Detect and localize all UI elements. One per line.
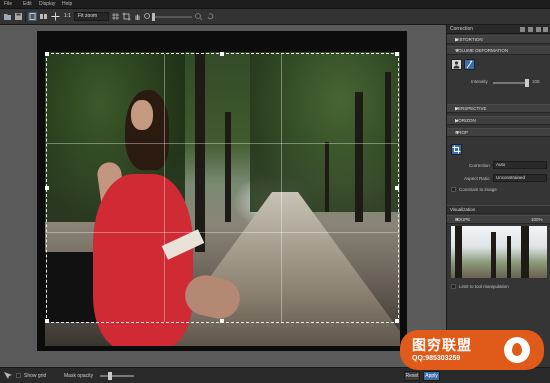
section-distortion[interactable]: ▶ DISTORTION: [447, 35, 550, 44]
loupe-trunk: [521, 226, 529, 278]
section-loupe[interactable]: ▼ LOUPE 100%: [447, 215, 550, 224]
crop-tool-icon[interactable]: [122, 12, 131, 21]
compare-view-icon[interactable]: [39, 12, 48, 21]
reset-zoom-icon[interactable]: [206, 12, 215, 21]
crop-grid-line: [164, 54, 165, 322]
show-grid-checkbox[interactable]: [16, 373, 21, 378]
zoom-1to1-button[interactable]: 1:1: [64, 13, 71, 19]
open-folder-icon[interactable]: [3, 12, 12, 21]
toolbar: 1:1 Fit zoom: [0, 9, 550, 25]
single-view-icon[interactable]: [28, 12, 37, 21]
section-crop[interactable]: ▼ CROP: [447, 128, 550, 137]
loupe-trunk: [491, 232, 496, 278]
mask-opacity-knob[interactable]: [108, 372, 112, 380]
loupe-trunk: [507, 236, 511, 278]
volume-mode-icon[interactable]: [464, 59, 475, 70]
watermark-badge: 图穷联盟 QQ:985303259: [400, 330, 544, 370]
crop-handle-top-left[interactable]: [45, 52, 49, 56]
hand-tool-icon[interactable]: [133, 12, 142, 21]
menu-help[interactable]: Help: [62, 1, 72, 7]
loupe-preview: [451, 226, 547, 278]
crop-grid-line: [47, 232, 398, 233]
aspect-ratio-select[interactable]: Unconstrained: [493, 174, 547, 182]
limit-tool-checkbox[interactable]: [451, 284, 456, 289]
panel-title: Correction: [450, 26, 474, 32]
correction-label: Correction: [469, 163, 490, 168]
menu-bar: File Edit Display Help: [0, 0, 550, 9]
aspect-ratio-label: Aspect Ratio: [464, 176, 490, 181]
apply-button[interactable]: Apply: [423, 371, 440, 381]
section-distortion-label: DISTORTION: [455, 37, 483, 42]
section-horizon[interactable]: ▶ HORIZON: [447, 116, 550, 125]
zoom-slider-knob[interactable]: [152, 13, 155, 21]
crop-handle-bottom-left[interactable]: [45, 319, 49, 323]
zoom-select-value: Fit zoom: [78, 13, 98, 19]
panel-header: Correction: [447, 25, 550, 34]
constrain-label: Constrain to image: [459, 187, 497, 192]
crop-rectangle[interactable]: [45, 52, 399, 323]
watermark-title: 图穷联盟: [412, 337, 472, 353]
intensity-slider[interactable]: [493, 79, 529, 87]
correction-select[interactable]: Auto: [493, 161, 547, 169]
menu-file[interactable]: File: [4, 1, 12, 7]
crop-grid-line: [281, 54, 282, 322]
correction-panel: Correction ▶ DISTORTION ▼ VOLUME DEFORMA…: [446, 25, 550, 367]
intensity-label: Intensity: [471, 79, 488, 84]
section-perspective[interactable]: ▶ PERSPECTIVE: [447, 104, 550, 113]
photo-frame: [37, 31, 407, 351]
crop-grid-line: [47, 143, 398, 144]
watermark-qq: QQ:985303259: [412, 355, 461, 362]
limit-tool-label: Limit to tool manipulation: [459, 284, 509, 289]
section-visualization-label: Visualization: [450, 207, 476, 212]
correction-select-value: Auto: [496, 162, 506, 167]
save-icon[interactable]: [14, 12, 23, 21]
toolbar-separator: [25, 12, 26, 22]
crop-handle-bottom-right[interactable]: [395, 319, 399, 323]
grid-icon[interactable]: [111, 12, 120, 21]
intensity-value[interactable]: 100: [532, 79, 540, 84]
intensity-slider-knob[interactable]: [525, 79, 529, 87]
section-loupe-label: LOUPE: [455, 217, 471, 222]
zoom-out-icon[interactable]: [143, 12, 152, 21]
section-perspective-label: PERSPECTIVE: [455, 106, 487, 111]
mask-opacity-label: Mask opacity: [64, 373, 94, 379]
loupe-trunk: [455, 226, 462, 278]
loupe-zoom-value[interactable]: 100%: [531, 217, 543, 222]
zoom-in-icon[interactable]: [194, 12, 203, 21]
crop-handle-top[interactable]: [220, 52, 224, 56]
image-canvas[interactable]: [0, 25, 446, 367]
crop-handle-bottom[interactable]: [220, 319, 224, 323]
watermark-logo-icon: [504, 337, 530, 363]
menu-display[interactable]: Display: [39, 1, 55, 7]
mask-opacity-slider[interactable]: [100, 372, 134, 380]
show-grid-label: Show grid: [24, 373, 47, 379]
panel-header-icons[interactable]: [519, 26, 549, 33]
move-tool-icon[interactable]: [51, 12, 60, 21]
zoom-slider[interactable]: [152, 13, 192, 21]
reset-button[interactable]: Reset: [404, 371, 420, 381]
section-crop-label: CROP: [455, 130, 469, 135]
section-horizon-label: HORIZON: [455, 118, 476, 123]
constrain-checkbox[interactable]: [451, 187, 456, 192]
section-volume-deformation[interactable]: ▼ VOLUME DEFORMATION: [447, 46, 550, 55]
menu-edit[interactable]: Edit: [23, 1, 32, 7]
crop-handle-right[interactable]: [395, 186, 399, 190]
volume-person-icon[interactable]: [451, 59, 462, 70]
crop-icon[interactable]: [451, 144, 462, 155]
crop-handle-top-right[interactable]: [395, 52, 399, 56]
crop-handle-tool-icon[interactable]: [3, 371, 12, 380]
crop-handle-left[interactable]: [45, 186, 49, 190]
aspect-ratio-select-value: Unconstrained: [496, 175, 526, 180]
section-volume-label: VOLUME DEFORMATION: [455, 48, 509, 53]
zoom-select[interactable]: Fit zoom: [74, 12, 109, 21]
section-visualization: Visualization: [447, 205, 550, 214]
